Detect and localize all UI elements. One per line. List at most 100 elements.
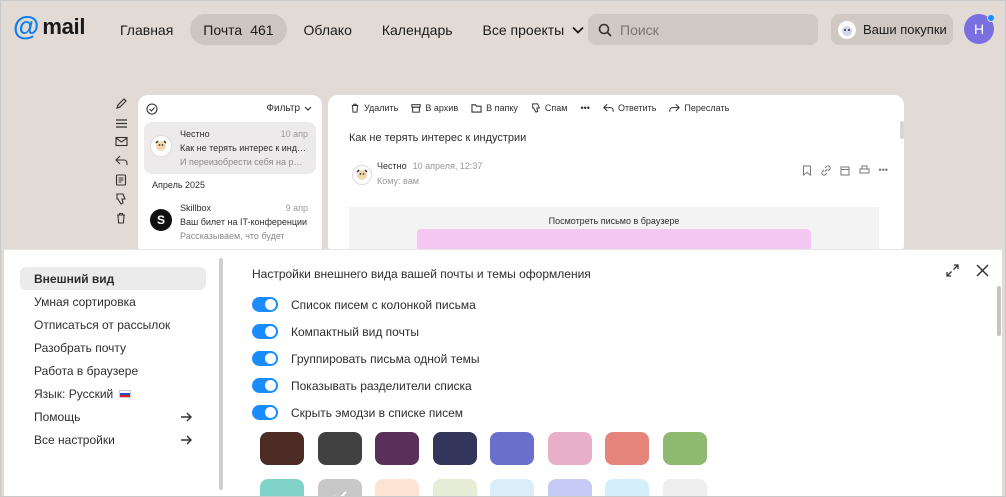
logo-word: mail <box>42 13 86 39</box>
view-in-browser-link[interactable]: Посмотреть письмо в браузере <box>349 207 879 226</box>
toggle-switch[interactable] <box>252 378 278 393</box>
mail-tool-column <box>111 95 131 226</box>
user-avatar[interactable]: Н <box>964 14 995 44</box>
panel-scrollbar[interactable] <box>997 286 1001 336</box>
mail-logo[interactable]: @ mail <box>13 13 85 40</box>
toggle-label: Список писем с колонкой письма <box>291 297 476 312</box>
search-input[interactable]: Поиск <box>588 14 818 45</box>
theme-swatch[interactable] <box>317 432 362 465</box>
reading-scrollbar[interactable] <box>900 121 904 139</box>
theme-swatch[interactable] <box>662 479 707 496</box>
spam-button[interactable]: Спам <box>531 103 567 113</box>
toggle-label: Скрыть эмодзи в списке писем <box>291 405 464 420</box>
notification-dot <box>987 14 995 22</box>
purchases-button[interactable]: Ваши покупки <box>831 14 953 45</box>
toggle-row: Показывать разделители списка <box>252 372 591 399</box>
toggle-switch[interactable] <box>252 405 278 420</box>
settings-item-unsubscribe[interactable]: Отписаться от рассылок <box>20 313 206 336</box>
theme-swatch[interactable] <box>605 479 649 496</box>
settings-heading: Настройки внешнего вида вашей почты и те… <box>252 267 591 281</box>
settings-sidebar: Внешний вид Умная сортировка Отписаться … <box>20 267 206 451</box>
top-bar: @ mail Главная Почта 461 Облако Календарь… <box>1 1 1005 59</box>
archive-label: В архив <box>425 103 459 113</box>
message-snippet: И переизобрести себя на рынке <box>180 157 308 167</box>
thumbs-down-icon <box>531 103 541 113</box>
theme-swatch[interactable] <box>605 432 649 465</box>
theme-swatch[interactable] <box>260 479 304 496</box>
thumbs-down-icon[interactable] <box>111 190 131 207</box>
theme-swatch[interactable] <box>375 432 419 465</box>
document-icon[interactable] <box>111 171 131 188</box>
archive-button[interactable]: В архив <box>411 103 458 113</box>
pencil-icon[interactable] <box>111 95 131 112</box>
filter-label: Фильтр <box>266 103 300 114</box>
bookmark-icon[interactable] <box>802 165 812 176</box>
theme-swatch[interactable] <box>547 479 592 496</box>
settings-item-sort-mail[interactable]: Разобрать почту <box>20 336 206 359</box>
russia-flag-icon <box>119 390 132 399</box>
settings-item-browser[interactable]: Работа в браузере <box>20 359 206 382</box>
folder-icon <box>471 103 482 113</box>
reader-recipient: Кому: вам <box>377 176 419 186</box>
search-icon <box>598 23 612 37</box>
more-icon[interactable]: ••• <box>879 165 888 176</box>
message-sender: Честно <box>180 129 210 139</box>
theme-swatch[interactable] <box>260 432 304 465</box>
nav-home[interactable]: Главная <box>107 14 186 45</box>
settings-item-appearance[interactable]: Внешний вид <box>20 267 206 290</box>
toggle-switch[interactable] <box>252 324 278 339</box>
list-item[interactable]: Честно 10 апр Как не терять интерес к ин… <box>144 122 316 174</box>
settings-item-help[interactable]: Помощь <box>20 405 206 428</box>
reply-button[interactable]: Ответить <box>603 103 656 113</box>
theme-swatch[interactable] <box>490 479 534 496</box>
menu-icon[interactable] <box>111 114 131 131</box>
message-body: Посмотреть письмо в браузере <box>349 207 879 255</box>
envelope-icon[interactable] <box>111 133 131 150</box>
sidebar-scrollbar[interactable] <box>219 258 223 490</box>
theme-swatch[interactable] <box>490 432 534 465</box>
reply-icon <box>603 103 614 113</box>
nav-cloud[interactable]: Облако <box>291 14 365 45</box>
reader-sender: Честно 10 апреля, 12:37 <box>377 161 482 171</box>
forward-button[interactable]: Переслать <box>669 103 729 113</box>
settings-item-language[interactable]: Язык: Русский <box>20 382 206 405</box>
calendar-icon[interactable] <box>840 165 850 176</box>
toggle-switch[interactable] <box>252 297 278 312</box>
nav-all-projects[interactable]: Все проекты <box>470 14 598 45</box>
nav-calendar[interactable]: Календарь <box>369 14 466 45</box>
toggle-row: Скрыть эмодзи в списке писем <box>252 399 591 426</box>
reply-icon[interactable] <box>111 152 131 169</box>
link-icon[interactable] <box>820 165 831 176</box>
close-icon[interactable] <box>976 264 989 277</box>
theme-swatch[interactable] <box>432 432 477 465</box>
reading-pane: Удалить В архив В папку Спам ••• Ответит… <box>328 95 904 255</box>
settings-item-label: Внешний вид <box>34 271 115 286</box>
theme-swatch[interactable] <box>317 479 362 496</box>
toggle-label: Компактный вид почты <box>291 324 419 339</box>
select-all-icon[interactable] <box>146 102 158 115</box>
app-frame: @ mail Главная Почта 461 Облако Календарь… <box>0 0 1006 497</box>
theme-swatch[interactable] <box>375 479 419 496</box>
toggle-switch[interactable] <box>252 351 278 366</box>
settings-item-label: Разобрать почту <box>34 340 127 355</box>
reader-sender-name[interactable]: Честно <box>377 161 407 171</box>
theme-swatch[interactable] <box>662 432 707 465</box>
dog-mascot-icon <box>837 20 857 40</box>
trash-icon[interactable] <box>111 209 131 226</box>
expand-icon[interactable] <box>946 264 959 277</box>
settings-item-label: Отписаться от рассылок <box>34 317 171 332</box>
list-item[interactable]: S Skillbox 9 апр Ваш билет на IT-конфере… <box>144 196 316 248</box>
theme-swatch[interactable] <box>432 479 477 496</box>
delete-button[interactable]: Удалить <box>350 103 398 113</box>
message-list: Фильтр Честно 10 апр Как не терять интер… <box>138 95 322 255</box>
purchases-label: Ваши покупки <box>863 22 947 37</box>
print-icon[interactable] <box>859 165 870 176</box>
settings-item-smart-sort[interactable]: Умная сортировка <box>20 290 206 313</box>
filter-button[interactable]: Фильтр <box>266 103 312 114</box>
folder-label: В папку <box>486 103 518 113</box>
more-icon[interactable]: ••• <box>580 103 589 113</box>
nav-mail[interactable]: Почта 461 <box>190 14 287 45</box>
move-to-folder-button[interactable]: В папку <box>471 103 518 113</box>
theme-swatch[interactable] <box>547 432 592 465</box>
settings-item-all[interactable]: Все настройки <box>20 428 206 451</box>
